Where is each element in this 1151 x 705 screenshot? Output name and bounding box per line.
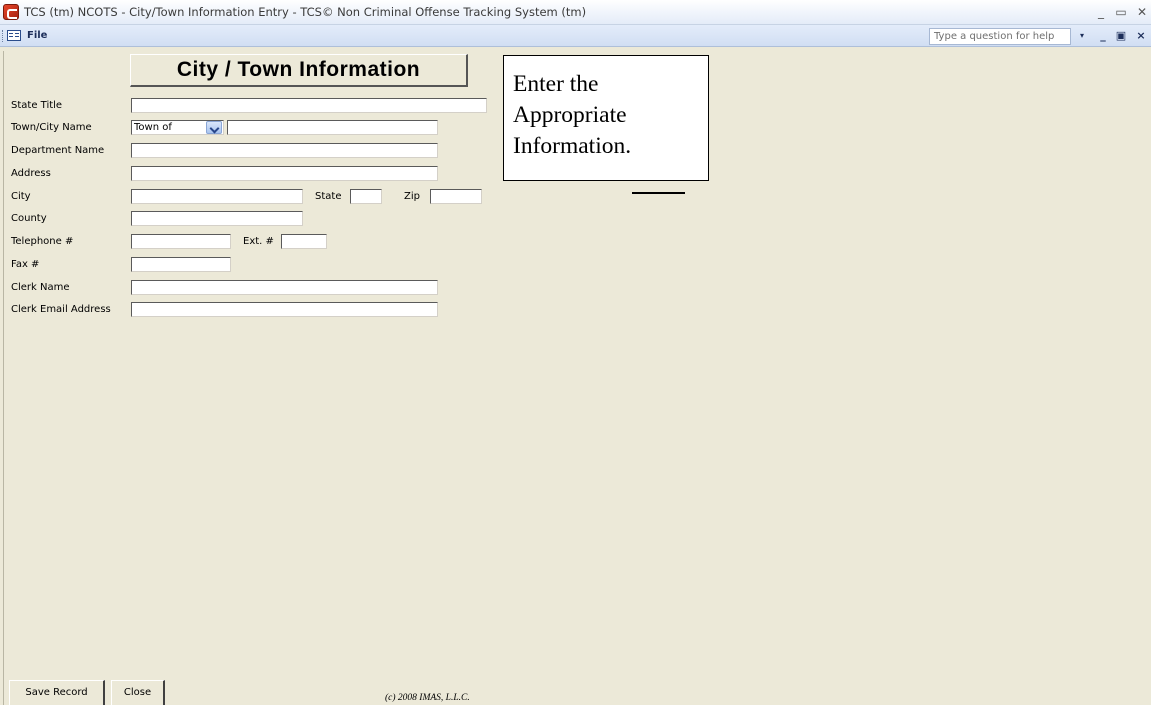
menu-file[interactable]: File [27, 30, 47, 41]
department-name-label: Department Name [11, 145, 105, 156]
copyright-text: (c) 2008 IMAS, L.L.C. [385, 693, 470, 703]
clerk-email-field[interactable] [131, 302, 438, 317]
ext-label: Ext. # [243, 236, 274, 247]
state-title-field[interactable] [131, 98, 487, 113]
town-city-prefix-value: Town of [134, 122, 172, 133]
fax-field[interactable] [131, 257, 231, 272]
ext-field[interactable] [281, 234, 327, 249]
zip-label: Zip [404, 191, 420, 202]
form-title: City / Town Information [130, 54, 468, 87]
city-field[interactable] [131, 189, 303, 204]
zip-field[interactable] [430, 189, 482, 204]
help-search-input[interactable]: Type a question for help [929, 28, 1071, 45]
state-field[interactable] [350, 189, 382, 204]
town-city-name-label: Town/City Name [11, 122, 92, 133]
clerk-name-field[interactable] [131, 280, 438, 295]
toolbar-grip[interactable] [2, 30, 4, 42]
close-window-button[interactable]: ✕ [1134, 4, 1150, 20]
document-close-button[interactable]: × [1134, 29, 1148, 43]
callout-line-3: Information. [513, 133, 632, 159]
telephone-field[interactable] [131, 234, 231, 249]
clerk-email-label: Clerk Email Address [11, 304, 111, 315]
menu-bar: File Type a question for help ▾ _ ▣ × [0, 25, 1151, 47]
clerk-name-label: Clerk Name [11, 282, 70, 293]
app-icon [3, 4, 19, 20]
form-window-icon[interactable] [7, 30, 21, 41]
callout-line-2: Appropriate [513, 102, 627, 128]
department-name-field[interactable] [131, 143, 438, 158]
callout-underline [632, 192, 685, 194]
state-label: State [315, 191, 342, 202]
address-label: Address [11, 168, 51, 179]
address-field[interactable] [131, 166, 438, 181]
town-city-prefix-select[interactable]: Town of [131, 120, 224, 135]
minimize-button[interactable]: _ [1093, 4, 1109, 20]
telephone-label: Telephone # [11, 236, 74, 247]
help-dropdown-icon[interactable]: ▾ [1076, 29, 1088, 43]
state-title-label: State Title [11, 100, 63, 111]
restore-button[interactable]: ▭ [1113, 4, 1129, 20]
instruction-callout: Enter the Appropriate Information. [503, 55, 709, 181]
save-record-button[interactable]: Save Record [9, 680, 105, 705]
chevron-down-icon[interactable] [206, 121, 222, 134]
close-button[interactable]: Close [111, 680, 165, 705]
county-field[interactable] [131, 211, 303, 226]
town-city-name-field[interactable] [227, 120, 438, 135]
document-restore-button[interactable]: ▣ [1114, 29, 1128, 43]
city-label: City [11, 191, 31, 202]
fax-label: Fax # [11, 259, 40, 270]
window-title-bar: TCS (tm) NCOTS - City/Town Information E… [0, 0, 1151, 25]
county-label: County [11, 213, 47, 224]
callout-line-1: Enter the [513, 71, 599, 97]
window-title: TCS (tm) NCOTS - City/Town Information E… [24, 5, 587, 19]
document-minimize-button[interactable]: _ [1096, 29, 1110, 43]
